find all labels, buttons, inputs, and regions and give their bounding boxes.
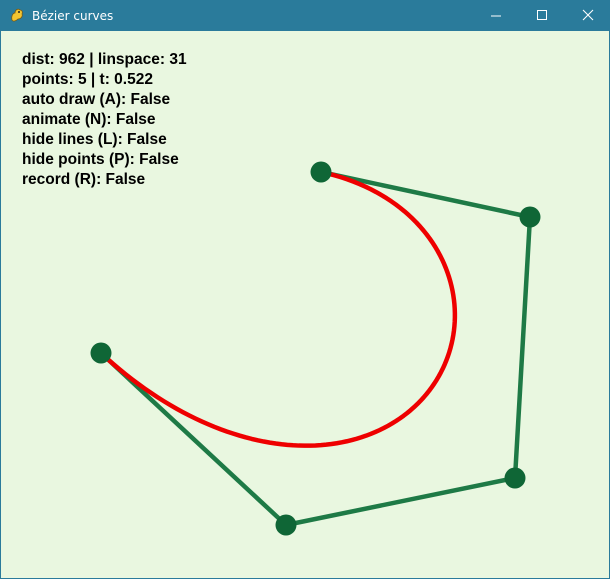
control-polygon <box>99 169 533 528</box>
minimize-icon <box>491 15 501 17</box>
control-point[interactable] <box>504 467 526 489</box>
maximize-icon <box>537 10 547 20</box>
control-point[interactable] <box>519 206 541 228</box>
app-icon <box>9 7 25 23</box>
status-overlay: dist: 962 | linspace: 31 points: 5 | t: … <box>22 50 187 190</box>
record-status: record (R): False <box>22 171 146 188</box>
close-button[interactable] <box>565 0 609 31</box>
control-point[interactable] <box>275 514 297 536</box>
animate-status: animate (N): False <box>22 111 156 128</box>
control-point[interactable] <box>90 342 112 364</box>
auto-draw-status: auto draw (A): False <box>22 91 171 108</box>
dist-linspace-readout: dist: 962 | linspace: 31 <box>22 51 187 68</box>
hide-lines-status: hide lines (L): False <box>22 131 167 148</box>
drawing-canvas[interactable]: dist: 962 | linspace: 31 points: 5 | t: … <box>1 31 609 578</box>
points-t-readout: points: 5 | t: 0.522 <box>22 71 153 88</box>
window-title: Bézier curves <box>32 9 114 23</box>
close-icon <box>582 9 594 21</box>
minimize-button[interactable] <box>473 0 519 31</box>
control-point[interactable] <box>310 161 332 183</box>
hide-points-status: hide points (P): False <box>22 151 179 168</box>
app-window: Bézier curves dist: 962 | linspace: 31 p… <box>0 0 610 579</box>
title-bar[interactable]: Bézier curves <box>1 0 609 31</box>
maximize-button[interactable] <box>519 0 565 31</box>
